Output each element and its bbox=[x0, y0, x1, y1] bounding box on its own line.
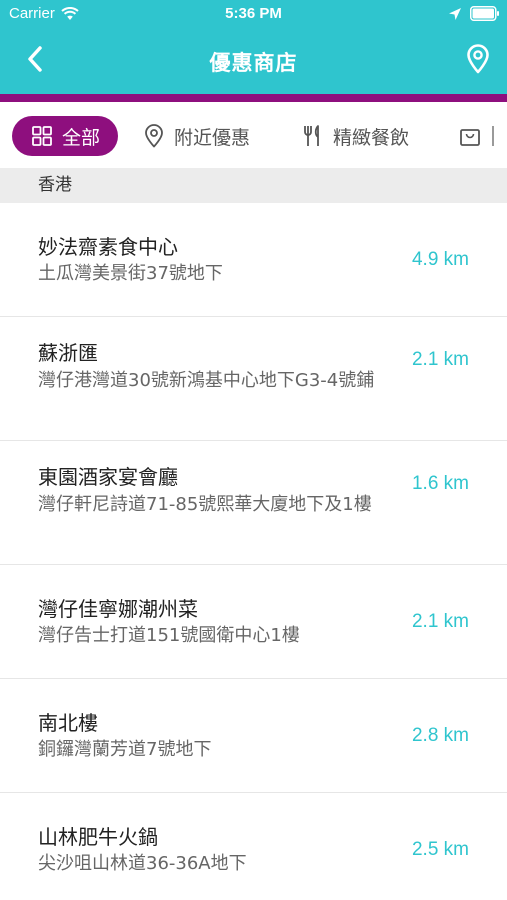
store-address: 尖沙咀山林道36-36A地下 bbox=[38, 853, 247, 874]
tab-fine-dining[interactable]: 精緻餐飲 bbox=[303, 116, 409, 156]
tab-scroll-edge bbox=[492, 126, 494, 146]
screen: Carrier 5:36 PM 優惠商店 全部 附近優惠 精緻餐飲 香港 妙法齋… bbox=[0, 0, 507, 900]
tab-label: 附近優惠 bbox=[174, 126, 251, 149]
tab-nearby[interactable]: 附近優惠 bbox=[144, 116, 250, 156]
location-arrow-icon bbox=[448, 6, 462, 20]
store-distance: 1.6 km bbox=[411, 473, 469, 494]
store-name: 東園酒家宴會廳 bbox=[38, 465, 178, 489]
store-distance: 2.5 km bbox=[411, 839, 469, 860]
grid-icon bbox=[32, 126, 52, 146]
store-name: 南北樓 bbox=[38, 711, 98, 735]
tab-label: 全部 bbox=[62, 126, 101, 149]
store-name: 蘇浙匯 bbox=[38, 341, 98, 365]
fork-knife-icon bbox=[303, 124, 323, 148]
region-header: 香港 bbox=[0, 168, 507, 203]
store-list-item[interactable]: 東園酒家宴會廳 灣仔軒尼詩道71-85號熙華大廈地下及1樓 1.6 km bbox=[0, 441, 507, 565]
store-address: 灣仔告士打道151號國衛中心1樓 bbox=[38, 625, 300, 646]
tab-label: 精緻餐飲 bbox=[333, 126, 410, 149]
store-name: 妙法齋素食中心 bbox=[38, 235, 178, 259]
store-list-item[interactable]: 蘇浙匯 灣仔港灣道30號新鴻基中心地下G3-4號鋪 2.1 km bbox=[0, 317, 507, 441]
status-bar: Carrier 5:36 PM bbox=[0, 0, 507, 30]
header: Carrier 5:36 PM 優惠商店 bbox=[0, 0, 507, 94]
store-address: 土瓜灣美景街37號地下 bbox=[38, 263, 223, 284]
store-address: 灣仔軒尼詩道71-85號熙華大廈地下及1樓 bbox=[38, 494, 372, 515]
store-name: 山林肥牛火鍋 bbox=[38, 825, 158, 849]
tab-shopping[interactable] bbox=[459, 116, 491, 156]
category-tab-bar: 全部 附近優惠 精緻餐飲 bbox=[0, 102, 507, 168]
shopping-bag-icon bbox=[459, 125, 481, 147]
store-list-item[interactable]: 南北樓 銅鑼灣蘭芳道7號地下 2.8 km bbox=[0, 679, 507, 793]
store-list: 妙法齋素食中心 土瓜灣美景街37號地下 4.9 km 蘇浙匯 灣仔港灣道30號新… bbox=[0, 203, 507, 900]
nav-bar: 優惠商店 bbox=[0, 30, 507, 94]
tab-all[interactable]: 全部 bbox=[12, 116, 119, 156]
store-address: 銅鑼灣蘭芳道7號地下 bbox=[38, 739, 212, 760]
store-name: 灣仔佳寧娜潮州菜 bbox=[38, 597, 198, 621]
store-distance: 2.1 km bbox=[411, 349, 469, 370]
store-list-item[interactable]: 山林肥牛火鍋 尖沙咀山林道36-36A地下 2.5 km bbox=[0, 793, 507, 900]
map-pin-icon bbox=[466, 44, 490, 78]
store-address: 灣仔港灣道30號新鴻基中心地下G3-4號鋪 bbox=[38, 370, 375, 391]
store-list-item[interactable]: 妙法齋素食中心 土瓜灣美景街37號地下 4.9 km bbox=[0, 203, 507, 317]
map-button[interactable] bbox=[462, 44, 494, 78]
store-distance: 4.9 km bbox=[411, 249, 469, 270]
page-title: 優惠商店 bbox=[209, 51, 298, 75]
store-distance: 2.8 km bbox=[411, 725, 469, 746]
store-list-item[interactable]: 灣仔佳寧娜潮州菜 灣仔告士打道151號國衛中心1樓 2.1 km bbox=[0, 565, 507, 679]
status-time: 5:36 PM bbox=[225, 5, 282, 22]
region-title: 香港 bbox=[38, 175, 72, 195]
store-distance: 2.1 km bbox=[411, 611, 469, 632]
battery-icon bbox=[470, 6, 500, 21]
map-pin-icon bbox=[144, 124, 164, 148]
accent-strip bbox=[0, 94, 507, 102]
